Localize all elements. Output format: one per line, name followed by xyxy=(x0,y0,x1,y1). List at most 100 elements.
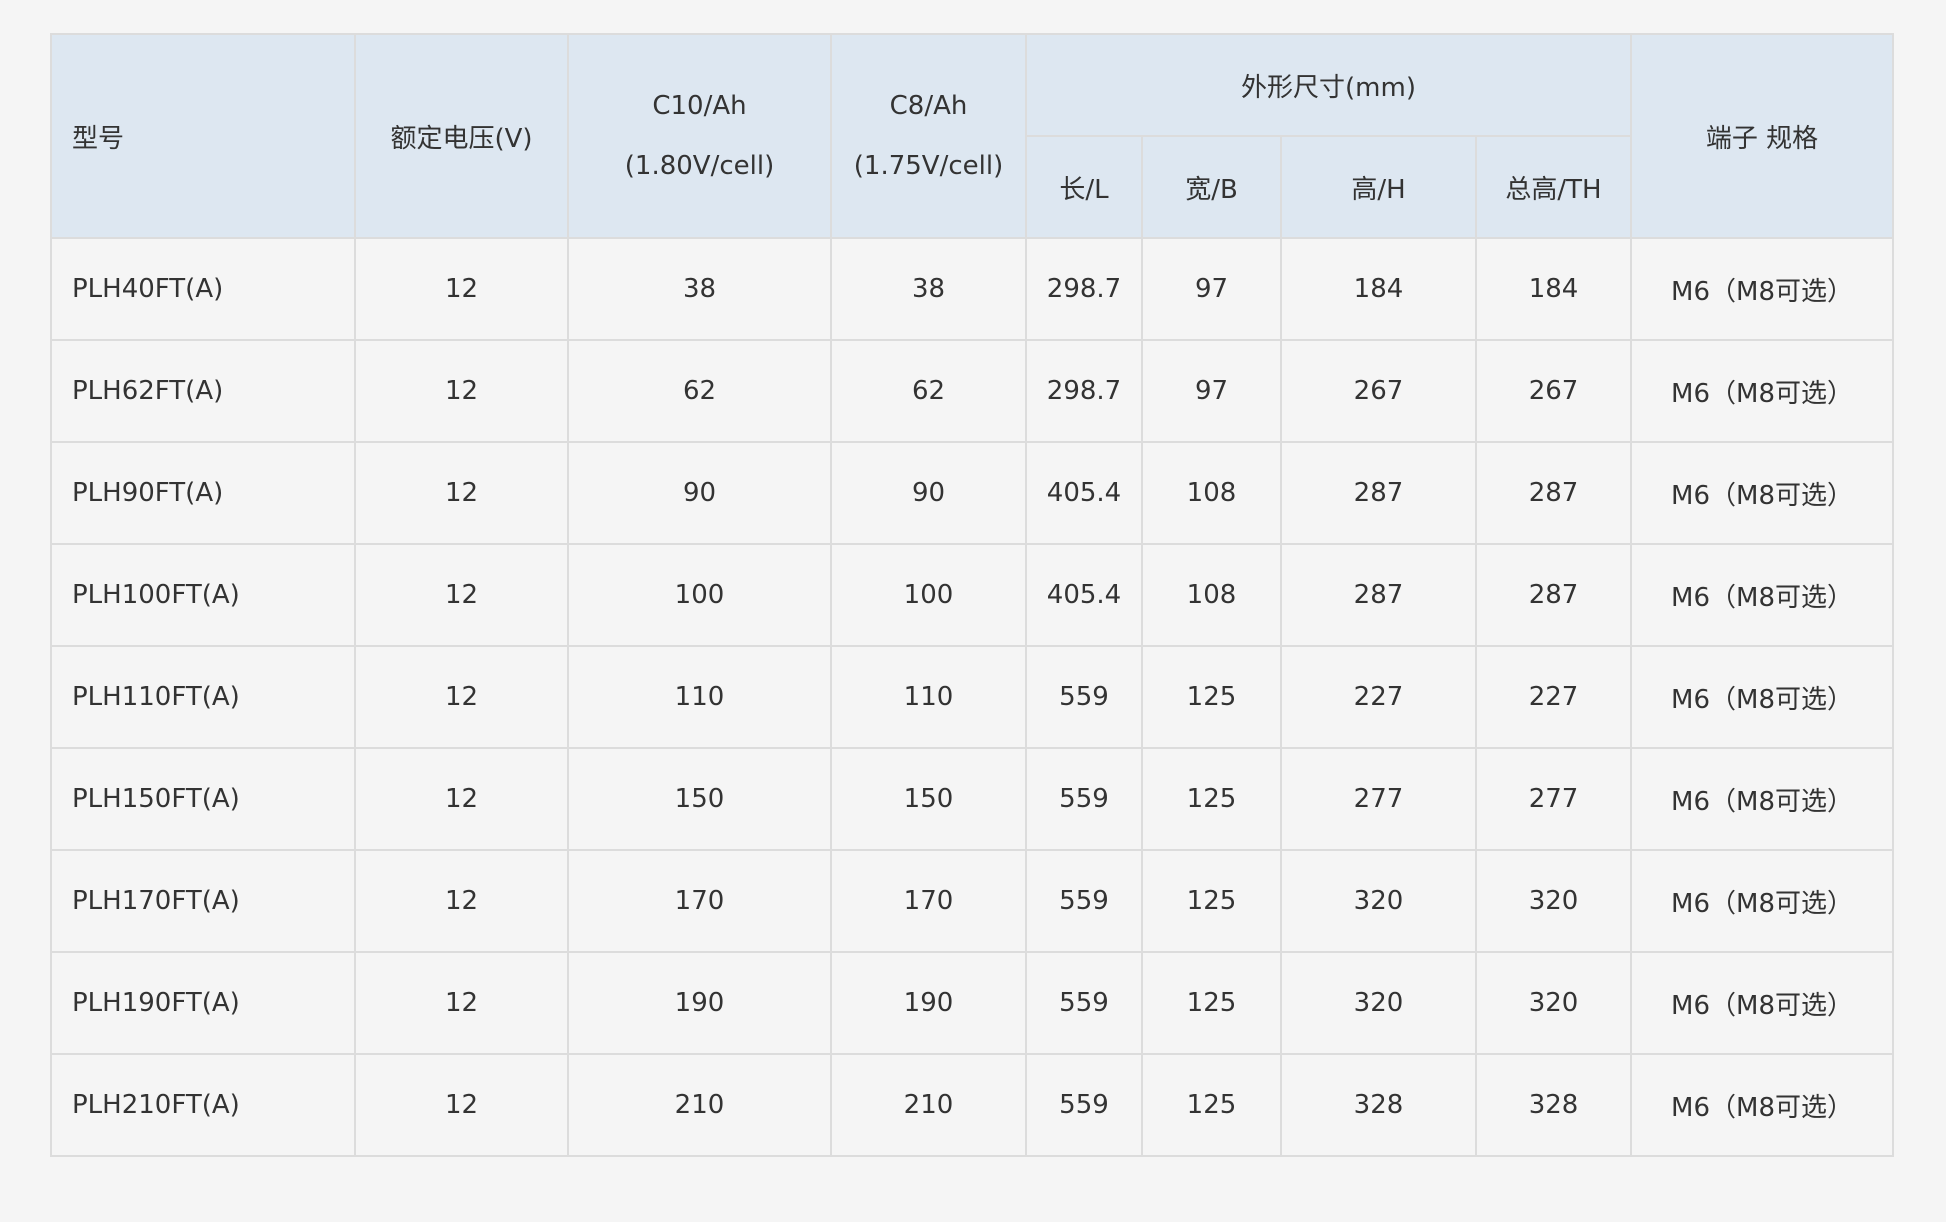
cell-c10: 150 xyxy=(567,747,832,851)
cell-total-height: 287 xyxy=(1474,441,1633,545)
cell-height: 277 xyxy=(1280,747,1477,851)
cell-c8: 210 xyxy=(830,1053,1027,1157)
cell-c8: 38 xyxy=(830,237,1027,341)
cell-length: 559 xyxy=(1025,645,1143,749)
cell-c10: 170 xyxy=(567,849,832,953)
cell-total-height: 287 xyxy=(1474,543,1633,647)
cell-length: 405.4 xyxy=(1025,543,1143,647)
cell-total-height: 184 xyxy=(1474,237,1633,341)
header-total-height: 总高/TH xyxy=(1474,135,1633,239)
cell-c10: 90 xyxy=(567,441,832,545)
cell-voltage: 12 xyxy=(354,1053,569,1157)
cell-terminal: M6（M8可选） xyxy=(1630,1053,1895,1157)
battery-spec-table: 型号 额定电压(V) C10/Ah (1.80V/cell) C8/Ah (1.… xyxy=(50,33,1895,1157)
cell-model: PLH90FT(A) xyxy=(50,441,356,545)
header-height: 高/H xyxy=(1280,135,1477,239)
cell-width: 125 xyxy=(1141,645,1282,749)
cell-total-height: 227 xyxy=(1474,645,1633,749)
cell-length: 559 xyxy=(1025,1053,1143,1157)
cell-c8: 190 xyxy=(830,951,1027,1055)
cell-length: 298.7 xyxy=(1025,339,1143,443)
header-c8: C8/Ah (1.75V/cell) xyxy=(830,33,1027,239)
table-row: PLH210FT(A) 12 210 210 559 125 328 328 M… xyxy=(50,1053,1895,1157)
cell-length: 559 xyxy=(1025,849,1143,953)
table-row: PLH190FT(A) 12 190 190 559 125 320 320 M… xyxy=(50,951,1895,1055)
cell-length: 298.7 xyxy=(1025,237,1143,341)
cell-width: 108 xyxy=(1141,441,1282,545)
cell-height: 267 xyxy=(1280,339,1477,443)
cell-terminal: M6（M8可选） xyxy=(1630,237,1895,341)
cell-model: PLH210FT(A) xyxy=(50,1053,356,1157)
header-terminal: 端子 规格 xyxy=(1630,33,1895,239)
cell-c8: 90 xyxy=(830,441,1027,545)
header-width: 宽/B xyxy=(1141,135,1282,239)
cell-length: 559 xyxy=(1025,747,1143,851)
cell-total-height: 267 xyxy=(1474,339,1633,443)
cell-model: PLH62FT(A) xyxy=(50,339,356,443)
cell-voltage: 12 xyxy=(354,849,569,953)
cell-width: 108 xyxy=(1141,543,1282,647)
cell-voltage: 12 xyxy=(354,645,569,749)
cell-length: 559 xyxy=(1025,951,1143,1055)
header-c10-subtitle: (1.80V/cell) xyxy=(624,151,775,181)
header-row-1: 型号 额定电压(V) C10/Ah (1.80V/cell) C8/Ah (1.… xyxy=(50,33,1895,239)
cell-height: 320 xyxy=(1280,951,1477,1055)
cell-c10: 110 xyxy=(567,645,832,749)
cell-width: 97 xyxy=(1141,237,1282,341)
cell-total-height: 328 xyxy=(1474,1053,1633,1157)
header-length: 长/L xyxy=(1025,135,1143,239)
cell-c8: 150 xyxy=(830,747,1027,851)
cell-total-height: 277 xyxy=(1474,747,1633,851)
cell-voltage: 12 xyxy=(354,543,569,647)
cell-c10: 210 xyxy=(567,1053,832,1157)
cell-height: 320 xyxy=(1280,849,1477,953)
cell-voltage: 12 xyxy=(354,339,569,443)
cell-voltage: 12 xyxy=(354,237,569,341)
cell-c8: 110 xyxy=(830,645,1027,749)
cell-terminal: M6（M8可选） xyxy=(1630,441,1895,545)
header-c8-title: C8/Ah xyxy=(889,91,968,121)
cell-height: 184 xyxy=(1280,237,1477,341)
cell-total-height: 320 xyxy=(1474,849,1633,953)
table-row: PLH100FT(A) 12 100 100 405.4 108 287 287… xyxy=(50,543,1895,647)
cell-height: 227 xyxy=(1280,645,1477,749)
cell-terminal: M6（M8可选） xyxy=(1630,543,1895,647)
cell-c10: 38 xyxy=(567,237,832,341)
cell-c10: 190 xyxy=(567,951,832,1055)
cell-c8: 62 xyxy=(830,339,1027,443)
cell-voltage: 12 xyxy=(354,951,569,1055)
header-voltage: 额定电压(V) xyxy=(354,33,569,239)
table-row: PLH110FT(A) 12 110 110 559 125 227 227 M… xyxy=(50,645,1895,749)
cell-width: 125 xyxy=(1141,747,1282,851)
cell-c8: 100 xyxy=(830,543,1027,647)
cell-c10: 62 xyxy=(567,339,832,443)
cell-height: 287 xyxy=(1280,441,1477,545)
cell-terminal: M6（M8可选） xyxy=(1630,747,1895,851)
table-row: PLH40FT(A) 12 38 38 298.7 97 184 184 M6（… xyxy=(50,237,1895,341)
cell-model: PLH190FT(A) xyxy=(50,951,356,1055)
table-row: PLH170FT(A) 12 170 170 559 125 320 320 M… xyxy=(50,849,1895,953)
cell-height: 328 xyxy=(1280,1053,1477,1157)
header-c10-title: C10/Ah xyxy=(652,91,747,121)
cell-c10: 100 xyxy=(567,543,832,647)
cell-length: 405.4 xyxy=(1025,441,1143,545)
header-dimensions: 外形尺寸(mm) xyxy=(1024,33,1633,137)
header-c10: C10/Ah (1.80V/cell) xyxy=(567,33,832,239)
cell-width: 125 xyxy=(1141,849,1282,953)
cell-terminal: M6（M8可选） xyxy=(1630,951,1895,1055)
cell-width: 97 xyxy=(1141,339,1282,443)
cell-total-height: 320 xyxy=(1474,951,1633,1055)
table-header: 型号 额定电压(V) C10/Ah (1.80V/cell) C8/Ah (1.… xyxy=(50,33,1895,239)
cell-height: 287 xyxy=(1280,543,1477,647)
cell-width: 125 xyxy=(1141,1053,1282,1157)
header-c8-subtitle: (1.75V/cell) xyxy=(853,151,1004,181)
cell-voltage: 12 xyxy=(354,441,569,545)
table-row: PLH150FT(A) 12 150 150 559 125 277 277 M… xyxy=(50,747,1895,851)
cell-width: 125 xyxy=(1141,951,1282,1055)
cell-model: PLH150FT(A) xyxy=(50,747,356,851)
cell-model: PLH110FT(A) xyxy=(50,645,356,749)
cell-model: PLH100FT(A) xyxy=(50,543,356,647)
cell-terminal: M6（M8可选） xyxy=(1630,849,1895,953)
cell-model: PLH170FT(A) xyxy=(50,849,356,953)
cell-voltage: 12 xyxy=(354,747,569,851)
